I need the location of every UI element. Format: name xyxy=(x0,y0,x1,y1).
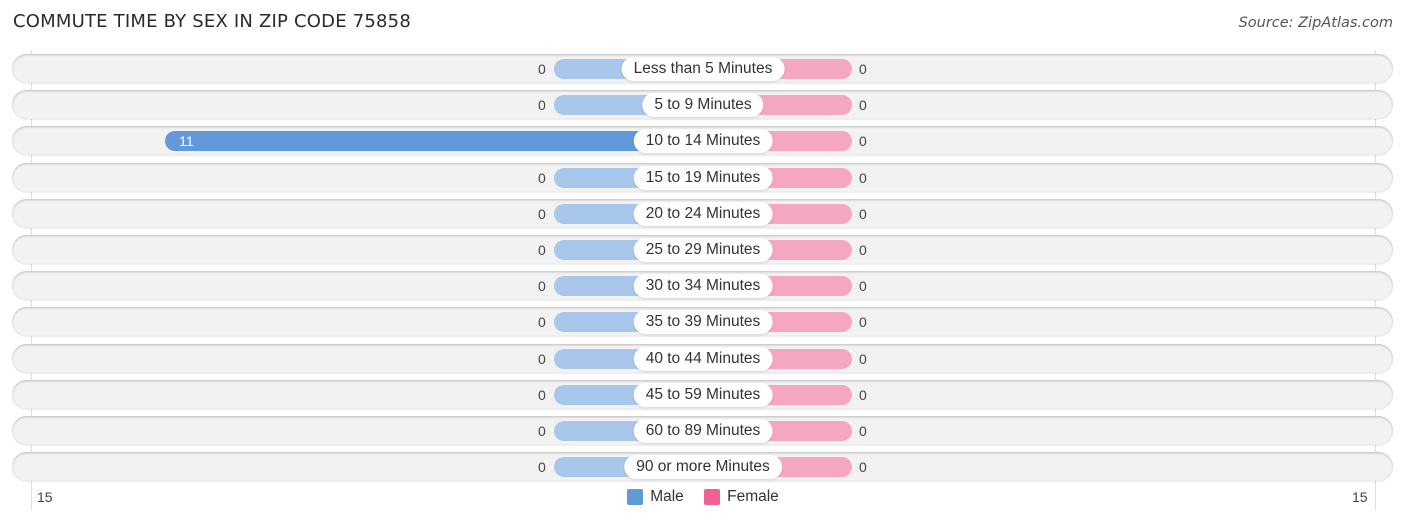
value-label-female: 0 xyxy=(859,422,867,439)
value-label-male: 11 xyxy=(179,132,194,149)
value-label-female: 0 xyxy=(859,350,867,367)
category-label: 5 to 9 Minutes xyxy=(642,92,764,117)
value-label-female: 0 xyxy=(859,60,867,77)
legend-item-male: Male xyxy=(627,488,684,506)
category-label: 60 to 89 Minutes xyxy=(633,418,773,443)
value-label-male: 0 xyxy=(538,205,546,222)
legend-item-female: Female xyxy=(704,488,779,506)
source-label: Source: ZipAtlas.com xyxy=(1238,15,1393,31)
value-label-female: 0 xyxy=(859,132,867,149)
value-label-female: 0 xyxy=(859,169,867,186)
legend-swatch-female xyxy=(704,489,721,505)
value-label-female: 0 xyxy=(859,386,867,403)
category-label: 45 to 59 Minutes xyxy=(633,382,773,407)
legend-swatch-male xyxy=(627,489,644,505)
value-label-female: 0 xyxy=(859,277,867,294)
category-label: 15 to 19 Minutes xyxy=(633,165,773,190)
category-label: 10 to 14 Minutes xyxy=(633,128,773,153)
legend-label-female: Female xyxy=(727,488,779,505)
value-label-male: 0 xyxy=(538,277,546,294)
category-label: 25 to 29 Minutes xyxy=(633,237,773,262)
chart-title: COMMUTE TIME BY SEX IN ZIP CODE 75858 xyxy=(13,11,411,32)
legend: Male Female xyxy=(0,488,1406,510)
category-label: Less than 5 Minutes xyxy=(621,56,785,81)
value-label-female: 0 xyxy=(859,458,867,475)
value-label-male: 0 xyxy=(538,350,546,367)
value-label-female: 0 xyxy=(859,96,867,113)
bar-male xyxy=(165,130,703,151)
value-label-male: 0 xyxy=(538,60,546,77)
category-label: 35 to 39 Minutes xyxy=(633,309,773,334)
value-label-male: 0 xyxy=(538,313,546,330)
value-label-female: 0 xyxy=(859,241,867,258)
legend-label-male: Male xyxy=(650,488,684,505)
value-label-male: 0 xyxy=(538,96,546,113)
value-label-male: 0 xyxy=(538,241,546,258)
value-label-male: 0 xyxy=(538,458,546,475)
value-label-male: 0 xyxy=(538,422,546,439)
value-label-female: 0 xyxy=(859,313,867,330)
value-label-male: 0 xyxy=(538,386,546,403)
category-label: 90 or more Minutes xyxy=(624,454,782,479)
value-label-female: 0 xyxy=(859,205,867,222)
category-label: 20 to 24 Minutes xyxy=(633,201,773,226)
category-label: 40 to 44 Minutes xyxy=(633,346,773,371)
value-label-male: 0 xyxy=(538,169,546,186)
category-label: 30 to 34 Minutes xyxy=(633,273,773,298)
